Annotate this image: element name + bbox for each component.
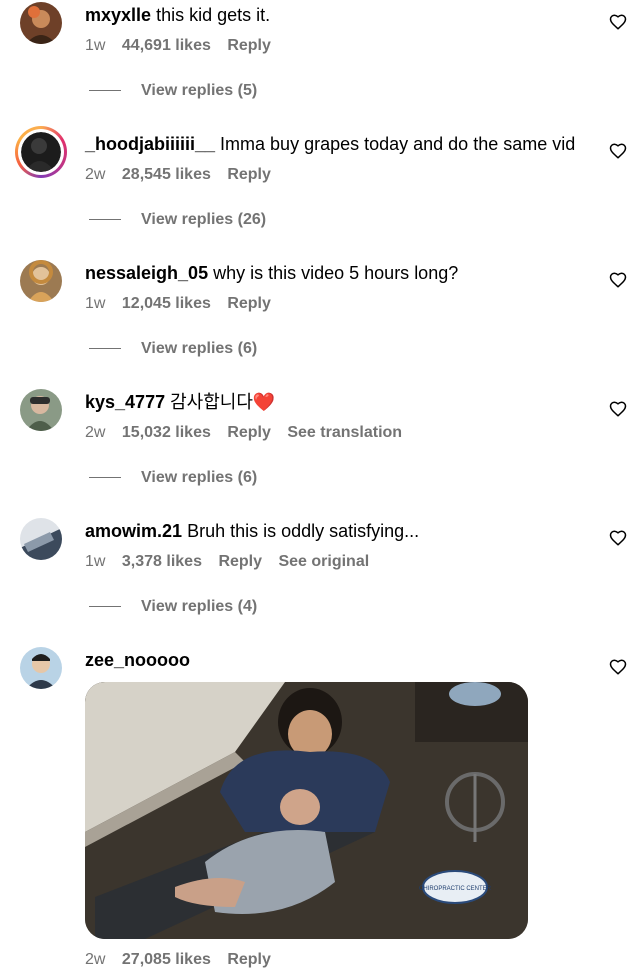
comment-meta: 2w 15,032 likes Reply See translation	[85, 423, 414, 443]
like-count[interactable]: 27,085 likes	[122, 951, 211, 968]
reply-button[interactable]: Reply	[227, 37, 271, 54]
view-replies-label[interactable]: View replies (6)	[141, 340, 257, 357]
see-original-button[interactable]: See original	[278, 553, 369, 570]
comment-text-line: zee_nooooo	[85, 648, 190, 672]
comment-username[interactable]: nessaleigh_05	[85, 263, 208, 283]
reply-button[interactable]: Reply	[218, 553, 262, 570]
media-overlay-text: CHIROPRACTIC CENTER	[419, 886, 492, 892]
avatar[interactable]	[20, 518, 62, 560]
avatar-image	[20, 260, 62, 302]
comment-text: why is this video 5 hours long?	[213, 263, 459, 283]
avatar-ring-inner	[18, 129, 64, 175]
avatar[interactable]	[20, 389, 62, 431]
view-replies-label[interactable]: View replies (5)	[141, 82, 257, 99]
avatar-image	[20, 518, 62, 560]
like-count[interactable]: 44,691 likes	[122, 37, 211, 54]
avatar[interactable]	[20, 647, 62, 689]
view-replies-label[interactable]: View replies (26)	[141, 211, 266, 228]
comment-time: 1w	[85, 37, 106, 54]
comment-username[interactable]: zee_nooooo	[85, 650, 190, 670]
divider	[89, 606, 121, 608]
avatar-story-ring[interactable]	[15, 126, 67, 178]
comment-time: 2w	[85, 166, 106, 183]
reply-button[interactable]: Reply	[227, 424, 271, 441]
avatar-image	[20, 647, 62, 689]
gif-image: CHIROPRACTIC CENTER	[85, 682, 528, 939]
view-replies[interactable]: View replies (6)	[89, 339, 257, 359]
view-replies[interactable]: View replies (6)	[89, 468, 257, 488]
heart-outline-icon[interactable]	[609, 400, 627, 418]
divider	[89, 348, 121, 350]
comment-text-line: kys_4777 감사합니다❤️	[85, 390, 275, 414]
like-count[interactable]: 28,545 likes	[122, 166, 211, 183]
comment-text: Bruh this is oddly satisfying...	[187, 521, 420, 541]
comment-text-line: _hoodjabiiiiii__ Imma buy grapes today a…	[85, 132, 575, 156]
reply-button[interactable]: Reply	[227, 295, 271, 312]
comment-meta: 2w 27,085 likes Reply	[85, 950, 283, 970]
view-replies-label[interactable]: View replies (4)	[141, 598, 257, 615]
comment-text: 감사합니다❤️	[170, 392, 276, 412]
like-count[interactable]: 12,045 likes	[122, 295, 211, 312]
divider	[89, 477, 121, 479]
comment-meta: 2w 28,545 likes Reply	[85, 165, 283, 185]
like-count[interactable]: 3,378 likes	[122, 553, 202, 570]
avatar-image	[21, 132, 61, 172]
view-replies[interactable]: View replies (26)	[89, 210, 266, 230]
comment-text: Imma buy grapes today and do the same vi…	[220, 134, 576, 154]
divider	[89, 219, 121, 221]
avatar[interactable]	[20, 260, 62, 302]
comment-username[interactable]: mxyxlle	[85, 5, 151, 25]
like-count[interactable]: 15,032 likes	[122, 424, 211, 441]
comment-meta: 1w 44,691 likes Reply	[85, 36, 283, 56]
view-replies[interactable]: View replies (4)	[89, 597, 257, 617]
avatar-image	[20, 389, 62, 431]
heart-outline-icon[interactable]	[609, 529, 627, 547]
reply-button[interactable]: Reply	[227, 951, 271, 968]
comment-time: 2w	[85, 951, 106, 968]
comment-text-line: mxyxlle this kid gets it.	[85, 3, 270, 27]
view-replies[interactable]: View replies (5)	[89, 81, 257, 101]
comment-username[interactable]: kys_4777	[85, 392, 165, 412]
comment-time: 2w	[85, 424, 106, 441]
comment-meta: 1w 3,378 likes Reply See original	[85, 552, 381, 572]
comment-meta: 1w 12,045 likes Reply	[85, 294, 283, 314]
heart-outline-icon[interactable]	[609, 13, 627, 31]
reply-button[interactable]: Reply	[227, 166, 271, 183]
comment-gif-media[interactable]: CHIROPRACTIC CENTER	[85, 682, 528, 939]
comment-text: this kid gets it.	[156, 5, 271, 25]
see-translation-button[interactable]: See translation	[287, 424, 402, 441]
comment-time: 1w	[85, 553, 106, 570]
comment-username[interactable]: amowim.21	[85, 521, 182, 541]
comment-text-line: amowim.21 Bruh this is oddly satisfying.…	[85, 519, 419, 543]
view-replies-label[interactable]: View replies (6)	[141, 469, 257, 486]
divider	[89, 90, 121, 92]
comment-time: 1w	[85, 295, 106, 312]
avatar[interactable]	[20, 2, 62, 44]
comment-username[interactable]: _hoodjabiiiiii__	[85, 134, 215, 154]
avatar-image	[20, 2, 62, 44]
heart-outline-icon[interactable]	[609, 658, 627, 676]
comment-text-line: nessaleigh_05 why is this video 5 hours …	[85, 261, 458, 285]
heart-outline-icon[interactable]	[609, 142, 627, 160]
heart-outline-icon[interactable]	[609, 271, 627, 289]
